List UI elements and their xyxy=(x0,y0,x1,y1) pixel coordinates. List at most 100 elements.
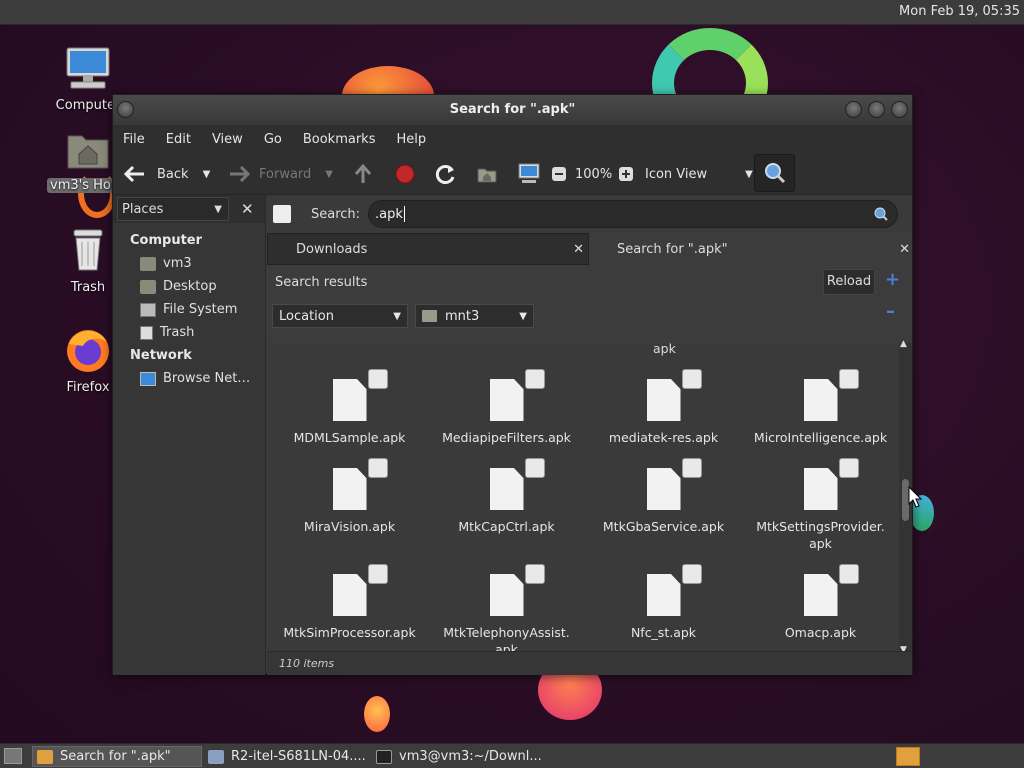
search-toggle-button[interactable] xyxy=(754,154,795,192)
zoom-in-button[interactable] xyxy=(618,161,634,187)
file-item[interactable]: Nfc_st.apk xyxy=(585,564,742,641)
file-item[interactable]: MediapipeFilters.apk xyxy=(428,369,585,446)
document-icon xyxy=(646,574,681,616)
tab-label: Downloads xyxy=(296,241,368,257)
tab-search[interactable]: Search for ".apk" ✕ xyxy=(589,233,912,265)
lock-icon xyxy=(525,458,545,478)
computer-button[interactable] xyxy=(517,161,541,187)
task-terminal[interactable]: vm3@vm3:~/Downl... xyxy=(372,746,542,767)
menu-go[interactable]: Go xyxy=(264,132,282,147)
minimize-button[interactable] xyxy=(845,101,862,118)
remove-criterion-icon[interactable]: – xyxy=(886,301,895,322)
up-button[interactable] xyxy=(353,161,373,187)
stop-button[interactable] xyxy=(395,161,415,187)
zoom-out-button[interactable] xyxy=(551,161,567,187)
task-label: vm3@vm3:~/Downl... xyxy=(399,749,542,764)
home-icon xyxy=(477,168,497,183)
menu-bookmarks[interactable]: Bookmarks xyxy=(303,132,376,147)
sidebar-item-filesystem[interactable]: File System xyxy=(113,298,265,321)
file-item[interactable]: MtkGbaService.apk xyxy=(585,458,742,535)
back-label: Back xyxy=(157,166,189,182)
home-button[interactable] xyxy=(476,161,498,187)
search-icon[interactable] xyxy=(873,206,889,222)
forward-arrow-icon xyxy=(230,165,251,183)
sidebar-mode-combo[interactable]: Places ▼ xyxy=(117,197,229,221)
file-item[interactable]: mediatek-res.apk xyxy=(585,369,742,446)
tab-downloads[interactable]: Downloads ✕ xyxy=(267,233,589,265)
forward-history-dropdown-icon[interactable]: ▼ xyxy=(325,169,333,180)
scroll-up-icon[interactable]: ▲ xyxy=(900,339,907,349)
home-folder-icon xyxy=(140,256,156,271)
reload-button[interactable]: Reload xyxy=(823,269,875,295)
file-name: Omacp.apk xyxy=(784,625,857,640)
document-icon xyxy=(646,468,681,510)
file-name: MtkGbaService.apk xyxy=(602,519,725,534)
file-grid[interactable]: apk MDMLSample.apk MediapipeFilters.apk me… xyxy=(267,343,899,653)
task-label: R2-itel-S681LN-04.... xyxy=(231,749,366,764)
tray-file-manager-icon[interactable] xyxy=(896,747,920,766)
edit-search-icon[interactable] xyxy=(273,205,291,223)
tab-label: Search for ".apk" xyxy=(617,241,728,257)
reload-label: Reload xyxy=(826,274,872,289)
criterion-type-combo[interactable]: Location ▼ xyxy=(272,304,408,328)
wallpaper-small-blob xyxy=(364,696,390,732)
file-item[interactable]: MiraVision.apk xyxy=(271,458,428,535)
clock[interactable]: Mon Feb 19, 05:35 xyxy=(899,4,1020,19)
mouse-pointer-icon xyxy=(908,486,922,508)
document-icon xyxy=(332,574,367,616)
back-button[interactable]: Back ▼ xyxy=(123,161,210,187)
document-icon xyxy=(332,379,367,421)
task-second-window[interactable]: R2-itel-S681LN-04.... xyxy=(204,746,368,767)
add-criterion-icon[interactable]: + xyxy=(885,269,900,290)
location-label: mnt3 xyxy=(445,308,480,324)
file-item[interactable]: MtkTelephonyAssist. apk xyxy=(428,564,585,653)
file-item[interactable]: MicroIntelligence.apk xyxy=(742,369,899,446)
lock-icon xyxy=(525,369,545,389)
terminal-icon xyxy=(376,749,392,764)
menu-edit[interactable]: Edit xyxy=(166,132,191,147)
folder-search-icon xyxy=(37,749,53,764)
file-item[interactable]: MtkCapCtrl.apk xyxy=(428,458,585,535)
file-name: MicroIntelligence.apk xyxy=(753,430,888,445)
file-name: MtkSimProcessor.apk xyxy=(283,625,416,640)
menu-file[interactable]: File xyxy=(123,132,145,147)
menu-view[interactable]: View xyxy=(212,132,243,147)
sidebar-close-icon[interactable]: ✕ xyxy=(241,200,254,218)
document-icon xyxy=(489,379,524,421)
reload-button[interactable] xyxy=(435,161,457,187)
show-desktop-button[interactable] xyxy=(4,748,22,764)
document-icon xyxy=(489,468,524,510)
window-titlebar[interactable]: Search for ".apk" xyxy=(113,95,912,125)
sidebar-item-browse-network[interactable]: Browse Net… xyxy=(113,367,265,390)
sidebar-item-desktop[interactable]: Desktop xyxy=(113,275,265,298)
file-item[interactable]: MtkSimProcessor.apk xyxy=(271,564,428,641)
forward-button[interactable]: Forward ▼ xyxy=(227,161,333,187)
file-item[interactable]: MDMLSample.apk xyxy=(271,369,428,446)
task-search-window[interactable]: Search for ".apk" xyxy=(32,746,202,767)
view-mode-combo[interactable]: Icon View ▼ xyxy=(645,161,753,187)
network-icon xyxy=(140,371,156,386)
document-icon xyxy=(332,468,367,510)
zoom-in-icon xyxy=(619,167,633,181)
tab-close-icon[interactable]: ✕ xyxy=(573,242,584,257)
desktop-icon-label: Firefox xyxy=(66,380,110,395)
maximize-button[interactable] xyxy=(868,101,885,118)
tab-close-icon[interactable]: ✕ xyxy=(899,242,910,257)
sidebar-item-trash[interactable]: Trash xyxy=(113,321,265,344)
zoom-level[interactable]: 100% xyxy=(575,161,612,187)
close-button[interactable] xyxy=(891,101,908,118)
file-item[interactable]: MtkSettingsProvider. apk xyxy=(742,458,899,552)
lock-icon xyxy=(682,369,702,389)
document-icon xyxy=(803,574,838,616)
menu-help[interactable]: Help xyxy=(396,132,426,147)
sidebar-item-vm3[interactable]: vm3 xyxy=(113,252,265,275)
search-icon xyxy=(764,163,785,184)
window-menu-button[interactable] xyxy=(117,101,134,118)
search-input[interactable]: .apk xyxy=(368,200,899,228)
back-history-dropdown-icon[interactable]: ▼ xyxy=(203,169,211,180)
top-panel: Mon Feb 19, 05:35 xyxy=(0,0,1024,25)
location-combo[interactable]: mnt3 ▼ xyxy=(415,304,534,328)
file-item[interactable]: Omacp.apk xyxy=(742,564,899,641)
item-count: 110 items xyxy=(279,657,335,670)
window-title: Search for ".apk" xyxy=(449,102,576,117)
